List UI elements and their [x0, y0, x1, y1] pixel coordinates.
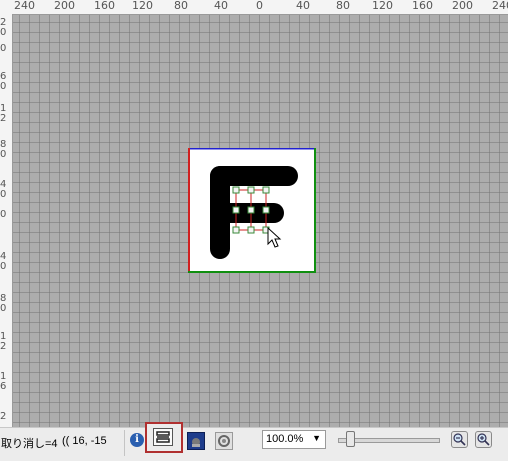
ruler-left-label: 0	[0, 43, 7, 54]
selection-handle[interactable]	[232, 206, 240, 214]
selection-handle[interactable]	[247, 226, 255, 234]
ruler-top-label: 240	[14, 0, 35, 12]
ruler-top-label: 40	[296, 0, 310, 12]
snap-toggle-button[interactable]	[153, 428, 173, 446]
fill-tool-icon	[192, 438, 200, 447]
zoom-level-value: 100.0%	[266, 433, 304, 445]
chevron-down-icon: ▼	[312, 433, 321, 443]
zoom-in-icon	[477, 433, 490, 446]
snap-toggle-icon	[156, 431, 170, 443]
ruler-top-label: 160	[94, 0, 115, 12]
ruler-left-label: 6 0	[0, 71, 7, 92]
ruler-left-label: 1 2	[0, 331, 7, 352]
selection-handle[interactable]	[262, 186, 270, 194]
ruler-top-label: 120	[372, 0, 393, 12]
cursor-coordinates: (( 16, -15	[62, 435, 107, 447]
ruler-top-label: 40	[214, 0, 228, 12]
ruler-left-label: 4 0	[0, 179, 7, 200]
zoom-in-button[interactable]	[475, 431, 492, 448]
ruler-top-label: 200	[54, 0, 75, 12]
status-bar: 取り消し=4 (( 16, -15 i 100.0% ▼	[0, 422, 508, 461]
zoom-slider-thumb[interactable]	[346, 431, 355, 447]
ruler-left-label: 8 0	[0, 293, 7, 314]
ruler-top-label: 240	[492, 0, 508, 12]
glyph-drawing[interactable]	[188, 147, 316, 273]
ruler-top-label: 160	[412, 0, 433, 12]
ruler-top-label: 200	[452, 0, 473, 12]
selection-handle[interactable]	[232, 186, 240, 194]
snap-toggle-highlight	[145, 422, 183, 453]
zoom-out-button[interactable]	[451, 431, 468, 448]
zoom-out-icon	[453, 433, 466, 446]
mouse-cursor-icon	[267, 226, 282, 248]
selection-handle[interactable]	[247, 186, 255, 194]
ruler-left-label: 1 6	[0, 371, 7, 392]
ruler-top: 240 200 160 120 80 40 0 40 80 120 160 20…	[0, 0, 508, 15]
ruler-top-label: 80	[174, 0, 188, 12]
ruler-left-label: 2	[0, 411, 7, 422]
ruler-left: 2 0 0 6 0 1 2 8 0 4 0 0 4 0 8 0 1 2 1 6 …	[0, 14, 13, 427]
fill-tool-button[interactable]	[187, 432, 205, 450]
ruler-left-label: 8 0	[0, 139, 7, 160]
status-divider	[124, 430, 125, 456]
ruler-top-label: 80	[336, 0, 350, 12]
gear-icon	[218, 435, 230, 447]
selection-handle[interactable]	[247, 206, 255, 214]
ruler-left-label: 1 2	[0, 103, 7, 124]
glyph-edit-box[interactable]	[188, 147, 316, 273]
ruler-left-label: 4 0	[0, 251, 7, 272]
selection-handle[interactable]	[262, 206, 270, 214]
gear-button[interactable]	[215, 432, 233, 450]
zoom-level-select[interactable]: 100.0% ▼	[262, 430, 326, 449]
ruler-left-label: 2 0	[0, 17, 7, 38]
selection-handle[interactable]	[232, 226, 240, 234]
info-icon[interactable]: i	[130, 433, 144, 447]
ruler-top-label: 120	[132, 0, 153, 12]
ruler-top-label: 0	[256, 0, 263, 12]
undo-count: 取り消し=4	[1, 438, 58, 450]
ruler-left-label: 0	[0, 209, 7, 220]
